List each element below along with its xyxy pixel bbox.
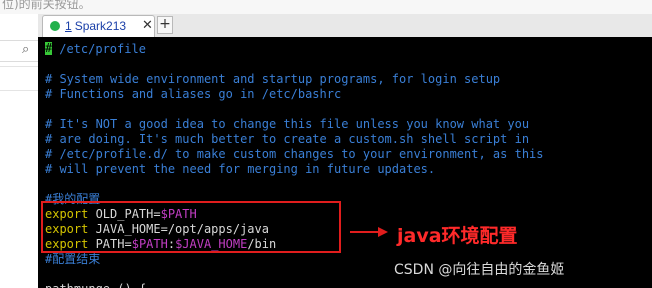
terminal-token: #配置结束 [45,252,101,266]
sidebar-divider [0,90,38,91]
terminal-token: # /etc/profile.d/ to make custom changes… [45,147,544,161]
terminal-token: # System wide environment and startup pr… [45,72,501,86]
terminal-line: # It's NOT a good idea to change this fi… [45,117,544,132]
tab-label: 1 Spark213 [65,19,126,33]
clipped-header-text: 位)的前关按钮。 [0,0,652,14]
terminal-token: pathmunge () { [45,282,146,288]
connection-status-icon [50,21,60,31]
close-tab-icon[interactable]: ✕ [142,18,153,33]
terminal-line: # /etc/profile [45,42,544,57]
arrow-right-icon [350,227,388,237]
terminal-token: /etc/profile [52,42,146,56]
terminal-token: # It's NOT a good idea to change this fi… [45,117,530,131]
tab-number: 1 [65,19,72,33]
search-icon[interactable]: ⌕ [22,42,29,57]
terminal-screen[interactable]: # /etc/profile # System wide environment… [38,37,652,288]
terminal-token: # are doing. It's much better to create … [45,132,530,146]
terminal-token: # will prevent the need for merging in f… [45,162,436,176]
terminal-line: # are doing. It's much better to create … [45,132,544,147]
tab-spark213[interactable]: 1 Spark213 ✕ [42,15,155,37]
terminal-line: # /etc/profile.d/ to make custom changes… [45,147,544,162]
watermark: CSDN @向往自由的金鱼姬 [394,262,565,278]
terminal-line: # System wide environment and startup pr… [45,72,544,87]
tab-title: Spark213 [74,19,127,33]
session-search-box[interactable]: ⌕ [0,40,38,62]
highlight-box [41,201,341,253]
terminal-token: # Functions and aliases go in /etc/bashr… [45,87,342,101]
new-tab-button[interactable]: + [157,16,173,34]
terminal-line: # will prevent the need for merging in f… [45,162,544,177]
session-sidebar: ⌕ [0,14,39,288]
sidebar-divider [0,66,38,67]
terminal-cursor: # [45,41,53,55]
terminal-line: # Functions and aliases go in /etc/bashr… [45,87,544,102]
tab-bar: 1 Spark213 ✕ + [38,14,652,38]
terminal-line: pathmunge () { [45,282,544,288]
annotation-label: java环境配置 [397,225,518,247]
